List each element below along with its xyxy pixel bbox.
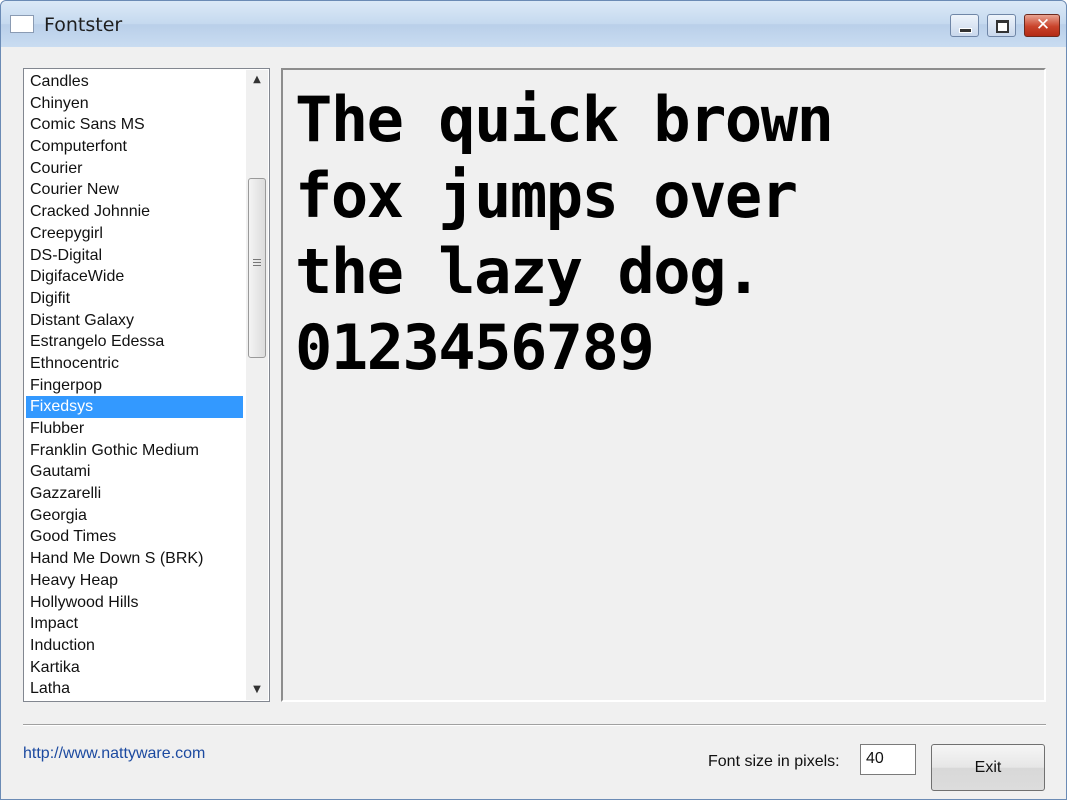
font-list-item[interactable]: Fingerpop xyxy=(26,375,243,397)
divider xyxy=(23,724,1046,726)
website-link[interactable]: http://www.nattyware.com xyxy=(23,745,205,763)
font-list-item[interactable]: Gazzarelli xyxy=(26,483,243,505)
font-preview-panel: The quick brown fox jumps over the lazy do… xyxy=(281,68,1046,702)
font-list-item[interactable]: Fixedsys xyxy=(26,396,243,418)
font-list-item[interactable]: Digifit xyxy=(26,288,243,310)
font-list-item[interactable]: Gautami xyxy=(26,461,243,483)
font-list[interactable]: Candles Chinyen Comic Sans MS Computerfont C… xyxy=(23,68,270,702)
app-window: Fontster ✕ Candles Chinyen Comic Sans MS Co… xyxy=(0,0,1067,800)
font-list-item[interactable]: Heavy Heap xyxy=(26,570,243,592)
scroll-thumb[interactable] xyxy=(248,178,266,358)
font-size-input[interactable]: 40 xyxy=(860,744,916,775)
preview-text: The quick brown fox jumps over the lazy do… xyxy=(295,82,834,386)
font-list-items: Candles Chinyen Comic Sans MS Computerfont C… xyxy=(26,71,243,700)
title-bar[interactable]: Fontster ✕ xyxy=(1,1,1066,47)
preview-line: the lazy dog. xyxy=(295,235,762,308)
minimize-button[interactable] xyxy=(950,14,979,37)
scroll-up-icon[interactable]: ▲ xyxy=(246,70,268,90)
font-list-scrollbar[interactable]: ▲ ▼ xyxy=(246,70,268,700)
scroll-down-icon[interactable]: ▼ xyxy=(246,680,268,700)
close-icon: ✕ xyxy=(1035,15,1051,35)
maximize-button[interactable] xyxy=(987,14,1016,37)
font-list-item[interactable]: Creepygirl xyxy=(26,223,243,245)
font-list-item[interactable]: DigifaceWide xyxy=(26,266,243,288)
font-list-item[interactable]: Courier xyxy=(26,158,243,180)
font-list-item[interactable]: Good Times xyxy=(26,526,243,548)
font-list-item[interactable]: Ethnocentric xyxy=(26,353,243,375)
font-list-item[interactable]: Kartika xyxy=(26,657,243,679)
font-list-item[interactable]: Hollywood Hills xyxy=(26,592,243,614)
font-list-item[interactable]: DS-Digital xyxy=(26,245,243,267)
preview-line: 0123456789 xyxy=(295,311,655,384)
preview-line: fox jumps over xyxy=(295,159,798,232)
app-icon[interactable] xyxy=(10,15,34,33)
font-size-label: Font size in pixels: xyxy=(708,753,840,770)
font-list-item[interactable]: Induction xyxy=(26,635,243,657)
maximize-icon xyxy=(996,20,1009,33)
font-list-item[interactable]: Courier New xyxy=(26,179,243,201)
font-list-item[interactable]: Franklin Gothic Medium xyxy=(26,440,243,462)
font-list-item[interactable]: Distant Galaxy xyxy=(26,310,243,332)
grip-icon xyxy=(253,259,261,268)
window-title: Fontster xyxy=(44,14,123,36)
preview-line: The quick brown xyxy=(295,83,834,156)
font-list-item[interactable]: Georgia xyxy=(26,505,243,527)
font-list-item[interactable]: Chinyen xyxy=(26,93,243,115)
close-button[interactable]: ✕ xyxy=(1024,14,1060,37)
font-list-item[interactable]: Estrangelo Edessa xyxy=(26,331,243,353)
font-list-item[interactable]: Flubber xyxy=(26,418,243,440)
minimize-icon xyxy=(959,28,972,33)
font-list-item[interactable]: Impact xyxy=(26,613,243,635)
font-list-item[interactable]: Latha xyxy=(26,678,243,700)
font-list-item[interactable]: Comic Sans MS xyxy=(26,114,243,136)
font-list-item[interactable]: Computerfont xyxy=(26,136,243,158)
font-list-item[interactable]: Candles xyxy=(26,71,243,93)
exit-button[interactable]: Exit xyxy=(931,744,1045,791)
font-list-item[interactable]: Cracked Johnnie xyxy=(26,201,243,223)
font-list-item[interactable]: Hand Me Down S (BRK) xyxy=(26,548,243,570)
